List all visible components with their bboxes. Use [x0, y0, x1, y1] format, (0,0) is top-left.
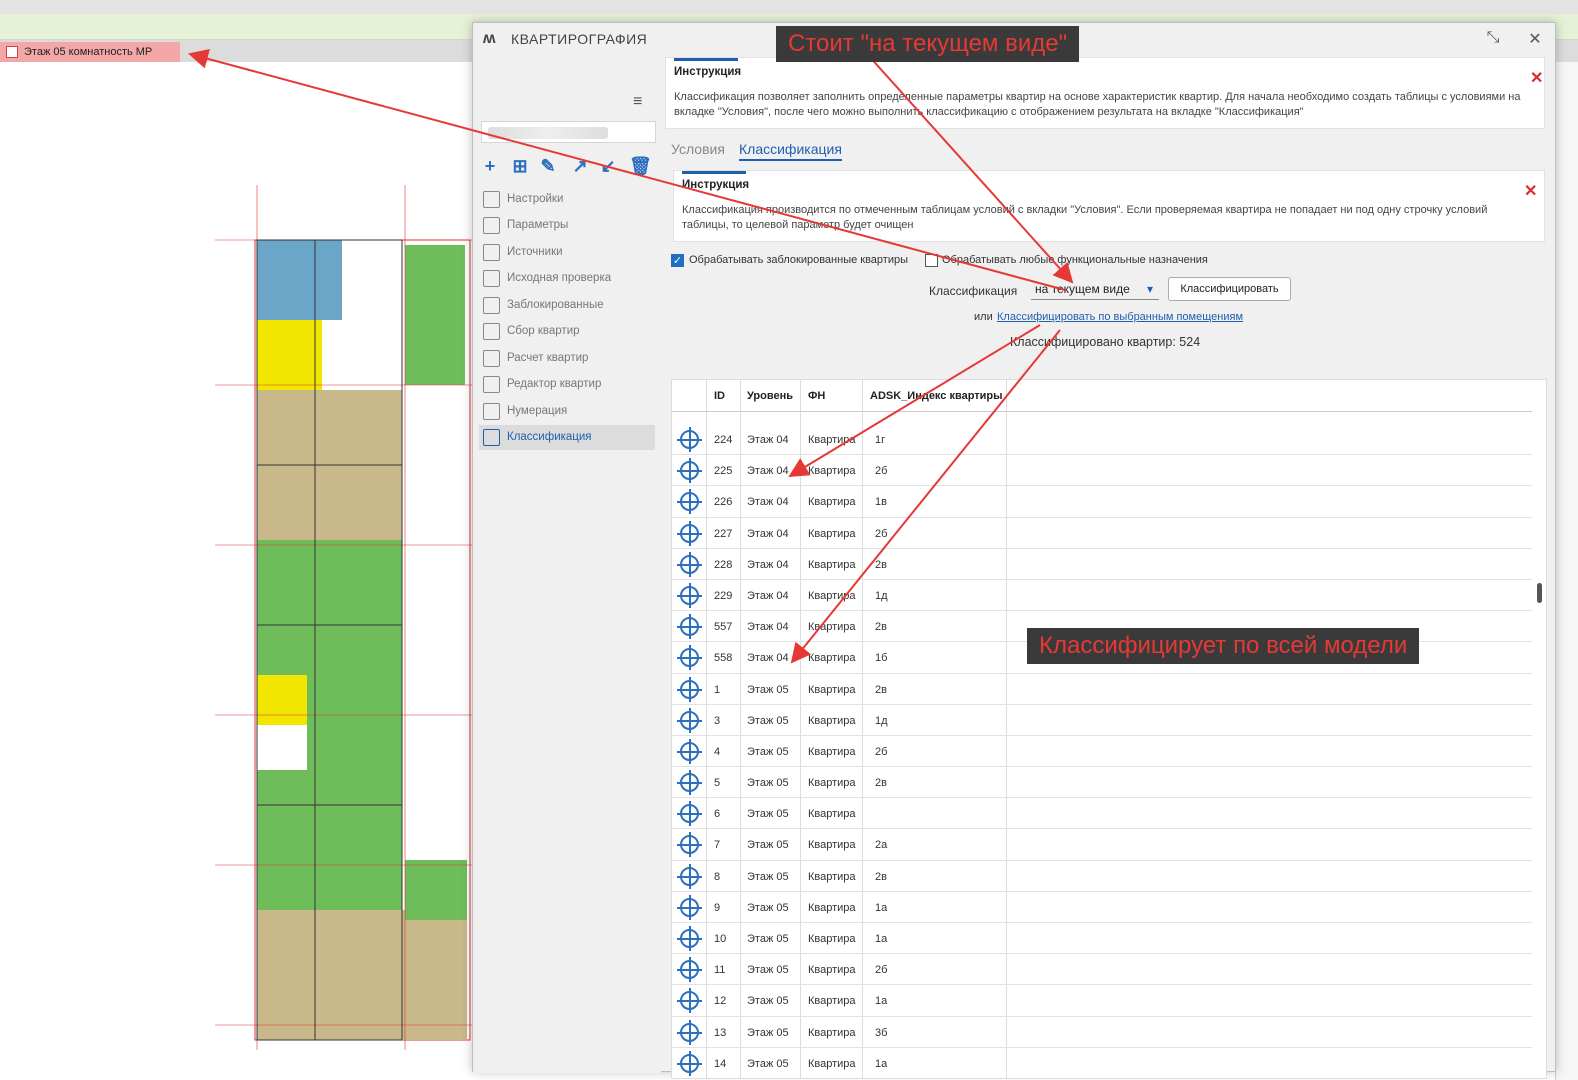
- annotation-top: Стоит "на текущем виде": [776, 26, 1080, 62]
- annotation-middle: Классифицирует по всей модели: [1027, 628, 1420, 664]
- annotation-arrows: [188, 49, 1074, 664]
